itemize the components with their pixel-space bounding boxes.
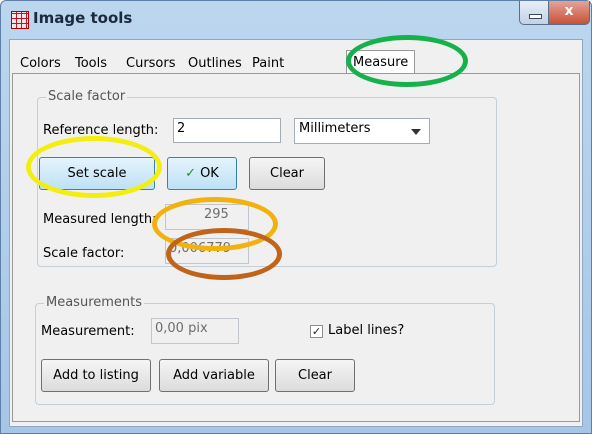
- close-icon: x: [564, 3, 574, 19]
- chevron-down-icon: [411, 129, 421, 135]
- measurements-group-title: Measurements: [44, 295, 145, 310]
- grid-app-icon: [11, 11, 29, 29]
- title-bar[interactable]: Image tools x: [1, 1, 591, 39]
- tab-bar: Colors Tools Cursors Outlines Paint Meas…: [10, 40, 582, 76]
- label-lines-label: Label lines?: [328, 323, 405, 338]
- image-tools-window: Image tools x Colors Tools Cursors Outli…: [0, 0, 592, 434]
- measured-length-field: 295: [165, 204, 249, 230]
- check-icon: ✓: [311, 325, 322, 338]
- unit-select-value: Millimeters: [299, 121, 371, 136]
- add-to-listing-button[interactable]: Add to listing: [41, 359, 151, 392]
- add-variable-button[interactable]: Add variable: [159, 359, 269, 392]
- scale-factor-field: 0,006779: [165, 238, 249, 264]
- reference-length-label: Reference length:: [43, 123, 159, 138]
- window-title: Image tools: [33, 9, 133, 27]
- scale-factor-label: Scale factor:: [43, 246, 125, 261]
- measurements-clear-button[interactable]: Clear: [275, 359, 355, 392]
- reference-length-input[interactable]: 2: [173, 118, 281, 143]
- scale-factor-group-title: Scale factor: [46, 89, 128, 104]
- ok-button-label: OK: [200, 166, 219, 181]
- measurement-field: 0,00 pix: [151, 318, 239, 344]
- client-area: Colors Tools Cursors Outlines Paint Meas…: [9, 39, 583, 427]
- set-scale-button[interactable]: Set scale: [39, 157, 155, 190]
- minimize-button[interactable]: [519, 1, 549, 25]
- check-icon: ✓: [185, 166, 197, 181]
- close-button[interactable]: x: [548, 1, 590, 25]
- scale-clear-button[interactable]: Clear: [249, 157, 325, 190]
- measurement-label: Measurement:: [41, 324, 135, 339]
- label-lines-checkbox[interactable]: ✓: [310, 325, 323, 338]
- unit-select[interactable]: Millimeters: [294, 118, 430, 144]
- ok-button[interactable]: ✓ OK: [167, 157, 237, 190]
- measured-length-label: Measured length:: [43, 212, 157, 227]
- measure-tab-page: Scale factor Reference length: 2 Millime…: [12, 73, 580, 422]
